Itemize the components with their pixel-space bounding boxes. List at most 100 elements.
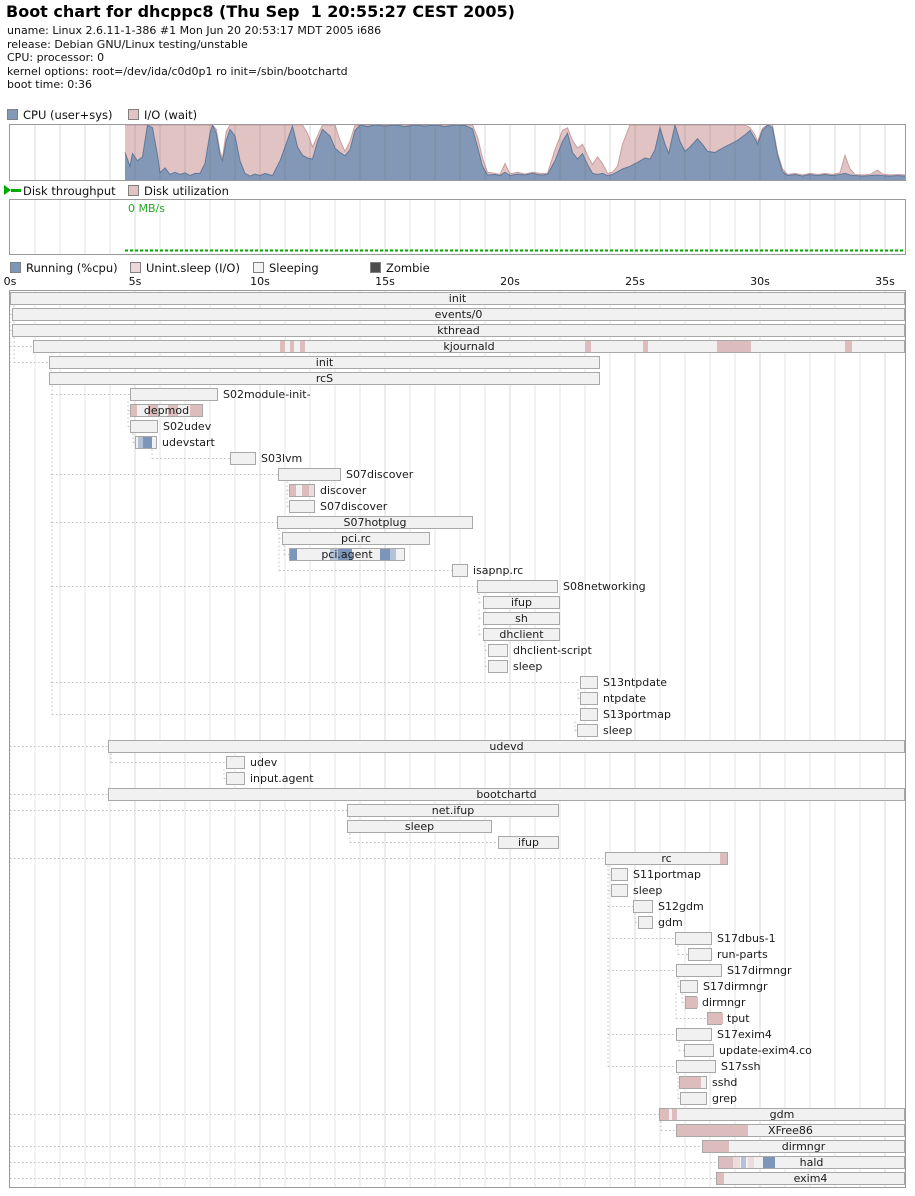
process-state-segment [309,485,314,496]
process-label: init [49,356,600,369]
process-bar [611,884,628,897]
process-label: ifup [498,836,559,849]
process-state-segment [680,1077,701,1088]
legend-label: Disk throughput [23,184,116,198]
process-label: S17dirmngr [727,964,792,977]
process-bar [452,564,468,577]
cpu-usage-area [10,125,905,180]
process-bar [638,916,653,929]
process-bar [611,868,628,881]
process-label: sleep [347,820,492,833]
disk-throughput-chart: 0 MB/s [9,199,906,255]
process-bar [130,420,158,433]
process-label: S17exim4 [717,1028,772,1041]
system-info-line: kernel options: root=/dev/ida/c0d0p1 ro … [7,65,348,78]
arrow-line [11,189,21,192]
cpu-legend: CPU (user+sys)I/O (wait) [0,108,915,122]
process-label: sshd [712,1076,737,1089]
process-bar [577,724,598,737]
process-label: depmod [130,404,203,417]
process-label: S02module-init- [223,388,311,401]
legend-label: Disk utilization [144,184,229,198]
process-label: dhclient [483,628,560,641]
system-info-line: uname: Linux 2.6.11-1-386 #1 Mon Jun 20 … [7,24,381,37]
process-bar [130,388,218,401]
process-bar [580,708,598,721]
process-label: rc [605,852,728,865]
time-tick-label: 10s [240,275,280,288]
time-tick-label: 0s [0,275,30,288]
process-label: bootchartd [108,788,905,801]
process-label: sleep [633,884,662,897]
process-label: S17ssh [721,1060,760,1073]
process-label: udevstart [162,436,215,449]
process-bar [488,660,508,673]
process-label: udev [250,756,277,769]
process-state-legend: Running (%cpu)Unint.sleep (I/O)SleepingZ… [0,261,915,275]
process-bar [289,500,315,513]
process-bar [226,756,245,769]
legend-swatch [253,262,264,273]
process-bar [278,468,341,481]
process-label: kjournald [33,340,905,353]
process-bar [680,1092,707,1105]
process-bar [580,676,598,689]
arrow-icon [4,185,11,195]
process-bar [675,932,712,945]
process-label: grep [712,1092,737,1105]
time-tick-label: 20s [490,275,530,288]
legend-label: Sleeping [269,261,319,275]
cpu-usage-chart [9,124,906,181]
process-label: run-parts [717,948,768,961]
process-label: dirmngr [702,996,746,1009]
process-label: pci.agent [289,548,405,561]
time-tick-label: 15s [365,275,405,288]
process-label: S17dirmngr [703,980,768,993]
process-label: tput [727,1012,750,1025]
process-label: S08networking [563,580,646,593]
legend-label: Unint.sleep (I/O) [146,261,240,275]
process-label: hald [718,1156,905,1169]
time-tick-label: 35s [865,275,905,288]
legend-swatch [128,185,139,196]
process-label: S03lvm [261,452,302,465]
process-label: ifup [483,596,560,609]
time-tick-label: 30s [740,275,780,288]
process-state-segment [686,997,698,1008]
process-bar [676,1060,716,1073]
process-bar [685,996,697,1009]
system-info-line: release: Debian GNU/Linux testing/unstab… [7,38,248,51]
disk-throughput-line-icon [7,185,16,194]
process-label: exim4 [716,1172,905,1185]
legend-swatch [130,262,141,273]
system-info-line: boot time: 0:36 [7,78,92,91]
process-label: S07discover [320,500,387,513]
process-label: sleep [513,660,542,673]
process-label: S12gdm [658,900,704,913]
process-label: udevd [108,740,905,753]
process-label: input.agent [250,772,314,785]
process-label: S07discover [346,468,413,481]
process-state-segment [290,485,296,496]
legend-swatch [370,262,381,273]
legend-label: Zombie [386,261,430,275]
process-label: S11portmap [633,868,701,881]
process-state-segment [708,1013,723,1024]
disk-throughput-value: 0 MB/s [128,202,165,215]
process-label: events/0 [12,308,905,321]
process-label: pci.rc [282,532,430,545]
disk-legend: Disk throughput Disk utilization [0,184,915,198]
process-label: discover [320,484,366,497]
process-label: net.ifup [347,804,559,817]
process-bar [289,484,315,497]
process-bar [226,772,245,785]
process-state-segment [143,437,152,448]
process-bar [676,1028,712,1041]
time-tick-label: 25s [615,275,655,288]
process-label: sh [483,612,560,625]
process-bar [676,964,722,977]
process-tree: initevents/0kthreadkjournaldinitrcSS02mo… [9,290,906,1188]
process-bar [230,452,256,465]
legend-swatch [10,262,21,273]
process-bar [477,580,558,593]
